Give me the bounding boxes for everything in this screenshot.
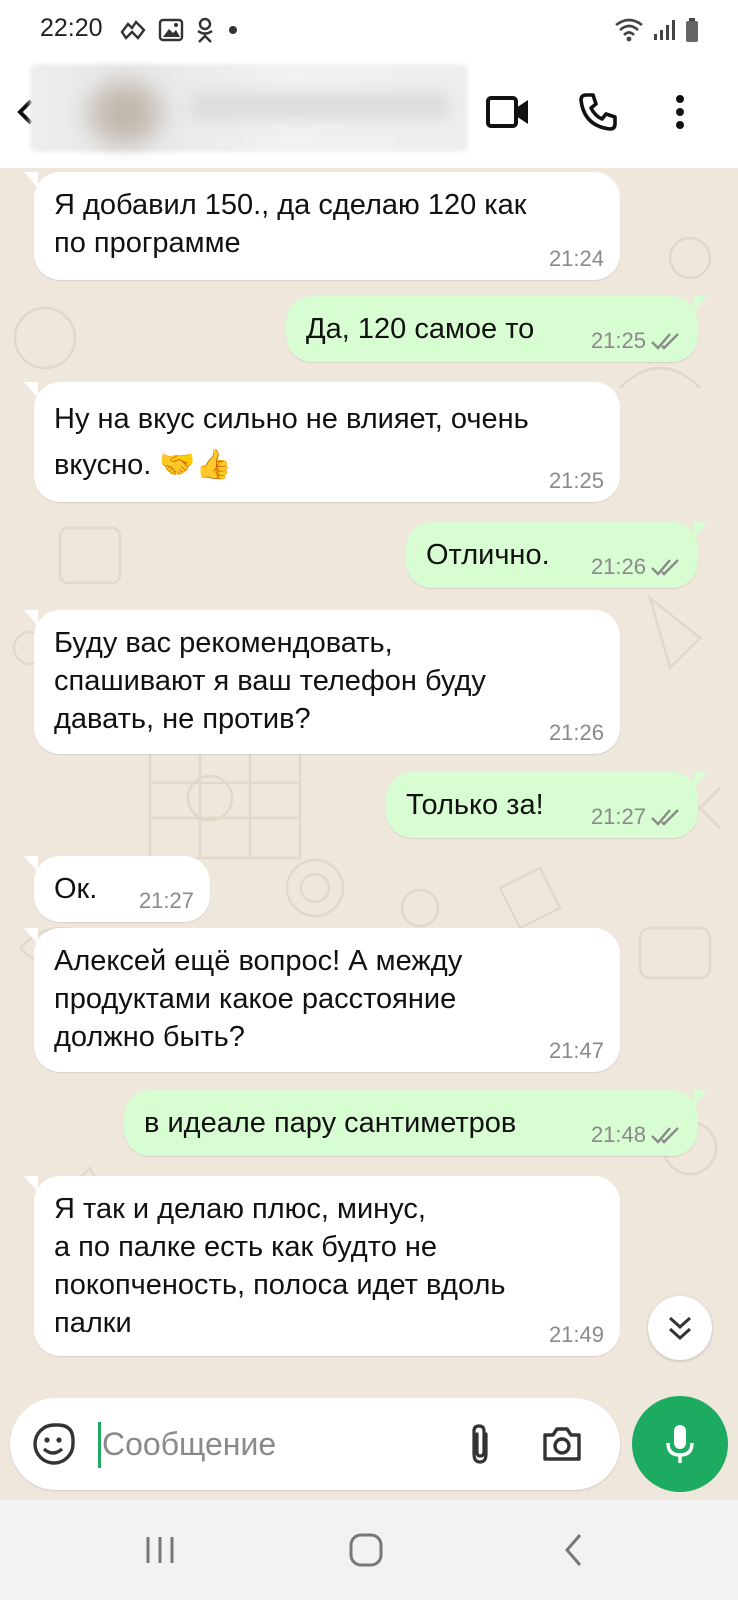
message-time: 21:26 <box>590 554 646 579</box>
message-text: Я так и делаю плюс, минус, а по палке ес… <box>54 1193 506 1339</box>
phone-icon <box>579 93 617 131</box>
signal-icon <box>654 20 675 40</box>
message-text: Отлично. <box>426 539 550 571</box>
message-incoming[interactable]: Ну на вкус сильно не влияет, очень вкусн… <box>24 382 620 502</box>
camera-icon <box>543 1427 581 1461</box>
contact-name <box>190 92 450 120</box>
chat-header <box>0 60 738 168</box>
odnoklassniki-notification-icon <box>197 17 213 43</box>
home-button[interactable] <box>326 1522 406 1578</box>
message-list[interactable]: Я добавил 150., да сделаю 120 как по про… <box>0 168 738 1500</box>
scroll-to-bottom-button[interactable] <box>648 1296 712 1360</box>
message-time: 21:26 <box>548 720 604 745</box>
contact-avatar <box>80 78 170 148</box>
read-ticks-icon <box>651 333 679 350</box>
status-time: 22:20 <box>40 14 103 42</box>
more-vert-icon <box>676 95 684 129</box>
message-text: Я добавил 150., да сделаю 120 как по про… <box>54 189 527 259</box>
message-incoming[interactable]: Я добавил 150., да сделаю 120 как по про… <box>24 172 620 280</box>
status-system-icons <box>614 16 700 44</box>
message-outgoing[interactable]: Да, 120 самое то 21:25 <box>286 296 708 362</box>
voice-call-button[interactable] <box>568 82 628 142</box>
gallery-notification-icon <box>158 18 184 42</box>
message-text: Только за! <box>406 789 544 821</box>
wifi-icon <box>615 18 643 42</box>
message-text: Да, 120 самое то <box>306 313 535 345</box>
message-time: 21:24 <box>548 246 604 271</box>
read-ticks-icon <box>651 809 679 826</box>
more-options-button[interactable] <box>662 82 698 142</box>
message-time: 21:25 <box>548 468 604 493</box>
message-outgoing[interactable]: в идеале пару сантиметров 21:48 <box>124 1090 708 1156</box>
message-time: 21:47 <box>548 1038 604 1063</box>
message-time: 21:27 <box>138 888 194 913</box>
message-incoming[interactable]: Алексей ещё вопрос! А между продуктами к… <box>24 928 620 1072</box>
message-time: 21:27 <box>590 804 646 829</box>
message-incoming[interactable]: Буду вас рекомендовать, спашивают я ваш … <box>24 610 620 754</box>
message-incoming[interactable]: Ок. 21:27 <box>24 856 210 922</box>
text-cursor <box>98 1422 101 1468</box>
sticker-button[interactable] <box>30 1420 78 1468</box>
notification-dot-icon <box>229 26 237 34</box>
recent-apps-button[interactable] <box>120 1522 200 1578</box>
message-text: Буду вас рекомендовать, спашивают я ваш … <box>54 627 486 735</box>
video-call-button[interactable] <box>478 82 538 142</box>
message-time: 21:48 <box>590 1122 646 1147</box>
contact-info[interactable] <box>30 64 468 152</box>
attach-icon <box>472 1424 488 1464</box>
camera-button[interactable] <box>534 1418 590 1470</box>
back-icon <box>565 1534 582 1566</box>
recent-apps-icon <box>146 1537 174 1563</box>
attach-button[interactable] <box>454 1418 506 1470</box>
message-time: 21:25 <box>590 328 646 353</box>
mic-icon <box>666 1425 694 1463</box>
message-text: в идеале пару сантиметров <box>144 1107 517 1139</box>
message-outgoing[interactable]: Только за! 21:27 <box>386 772 708 838</box>
message-outgoing[interactable]: Отлично. 21:26 <box>406 522 708 588</box>
sticker-icon <box>33 1423 75 1465</box>
message-incoming[interactable]: Я так и делаю плюс, минус, а по палке ес… <box>24 1176 620 1356</box>
message-text: Алексей ещё вопрос! А между продуктами к… <box>54 945 463 1053</box>
battery-icon <box>686 18 698 42</box>
read-ticks-icon <box>651 559 679 576</box>
status-notification-icons <box>118 16 240 44</box>
voice-message-button[interactable] <box>632 1396 728 1492</box>
gamepad-notification-icon <box>120 20 146 40</box>
chevrons-down-icon <box>668 1316 692 1341</box>
message-text: Ну на вкус сильно не влияет, очень вкусн… <box>54 403 529 481</box>
status-bar: 22:20 <box>0 0 738 60</box>
message-input[interactable] <box>102 1414 432 1474</box>
read-ticks-icon <box>651 1127 679 1144</box>
video-call-icon <box>486 96 528 128</box>
system-nav-bar <box>0 1500 738 1600</box>
message-text: Ок. <box>54 873 98 905</box>
message-time: 21:49 <box>548 1322 604 1347</box>
home-icon <box>349 1533 383 1567</box>
system-back-button[interactable] <box>534 1522 614 1578</box>
message-composer <box>10 1398 620 1490</box>
